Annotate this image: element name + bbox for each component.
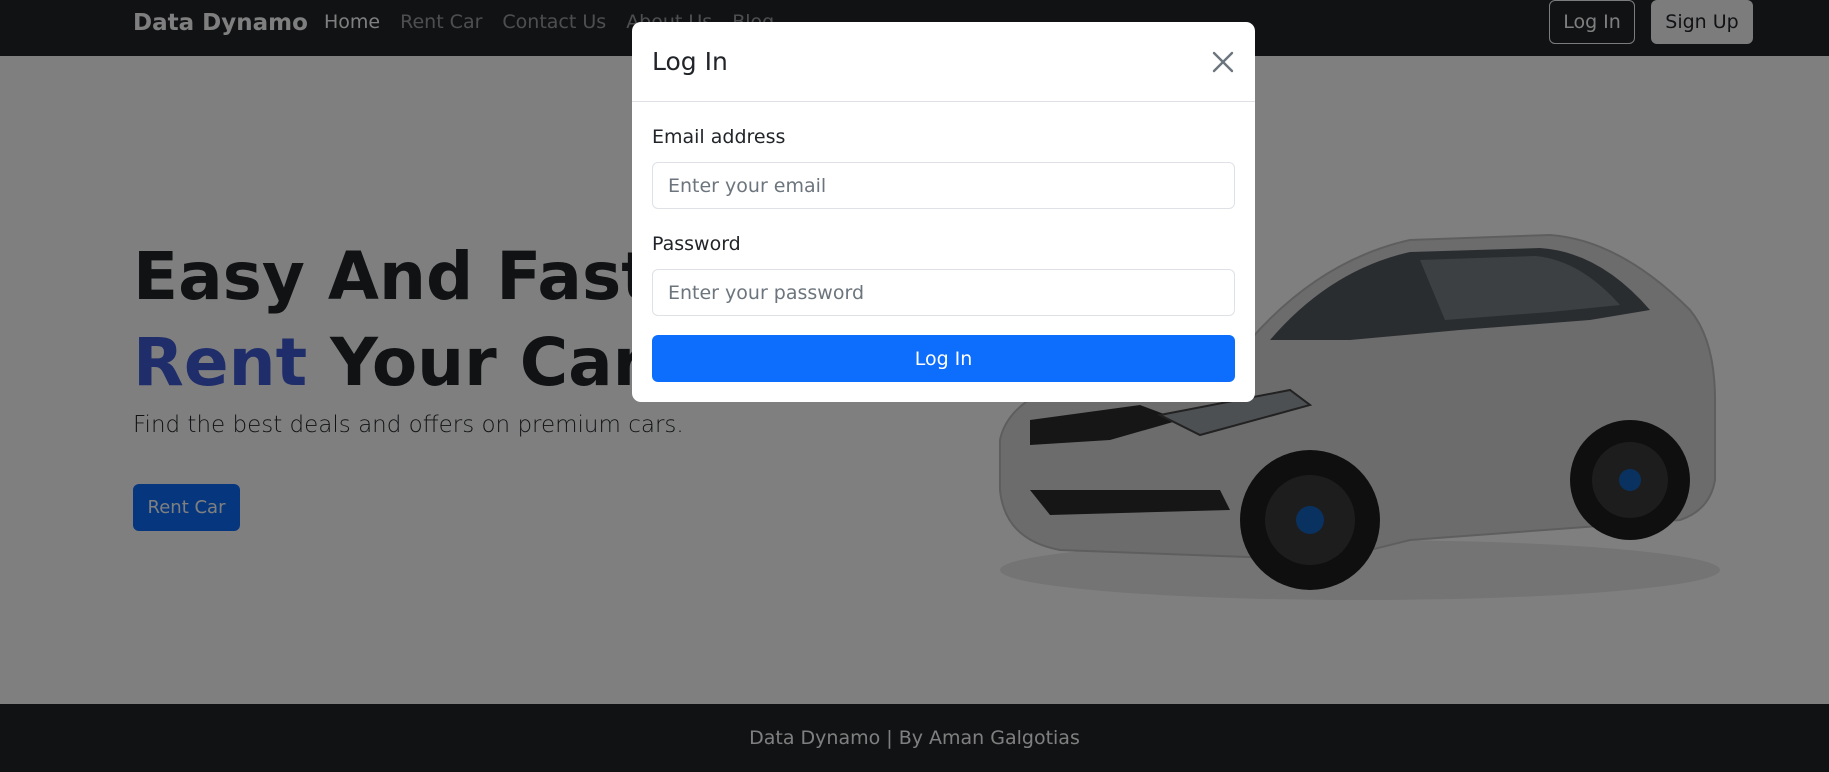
login-submit-button[interactable]: Log In — [652, 335, 1235, 382]
modal-header: Log In — [632, 22, 1255, 102]
email-label: Email address — [652, 126, 786, 148]
close-icon — [1212, 51, 1234, 73]
close-button[interactable] — [1207, 46, 1239, 78]
modal-title: Log In — [652, 47, 728, 76]
login-modal: Log In Email address Password Log In — [632, 22, 1255, 402]
password-input[interactable] — [652, 269, 1235, 316]
email-input[interactable] — [652, 162, 1235, 209]
password-label: Password — [652, 233, 741, 255]
